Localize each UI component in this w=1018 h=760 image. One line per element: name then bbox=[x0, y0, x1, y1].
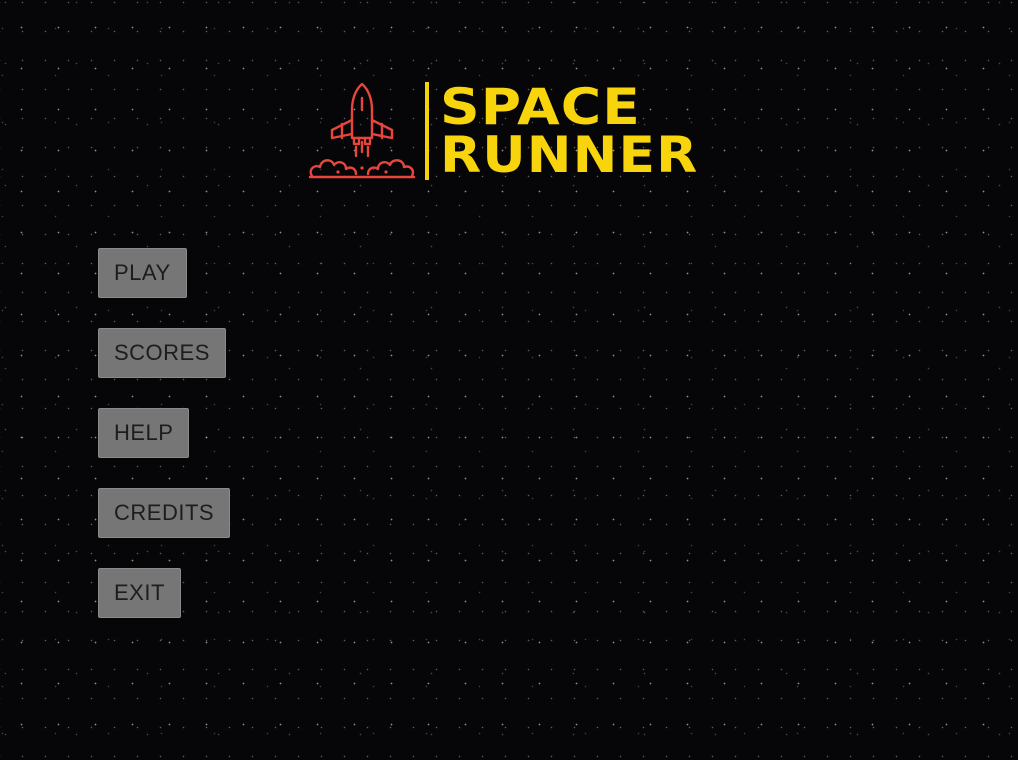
space-shuttle-icon bbox=[308, 82, 416, 179]
help-button[interactable]: HELP bbox=[98, 408, 190, 458]
scores-button[interactable]: SCORES bbox=[98, 328, 226, 378]
logo-title-line-1: SPACE bbox=[440, 78, 641, 136]
game-screen: SPACE RUNNER PLAY SCORES HELP CREDITS EX… bbox=[0, 0, 1018, 760]
exit-button[interactable]: EXIT bbox=[98, 568, 181, 618]
main-menu: PLAY SCORES HELP CREDITS EXIT bbox=[98, 248, 231, 648]
play-button[interactable]: PLAY bbox=[98, 248, 187, 298]
logo-title-line-2: RUNNER bbox=[440, 126, 699, 184]
logo-divider bbox=[425, 82, 429, 180]
game-logo: SPACE RUNNER bbox=[308, 80, 740, 184]
credits-button[interactable]: CREDITS bbox=[98, 488, 231, 538]
